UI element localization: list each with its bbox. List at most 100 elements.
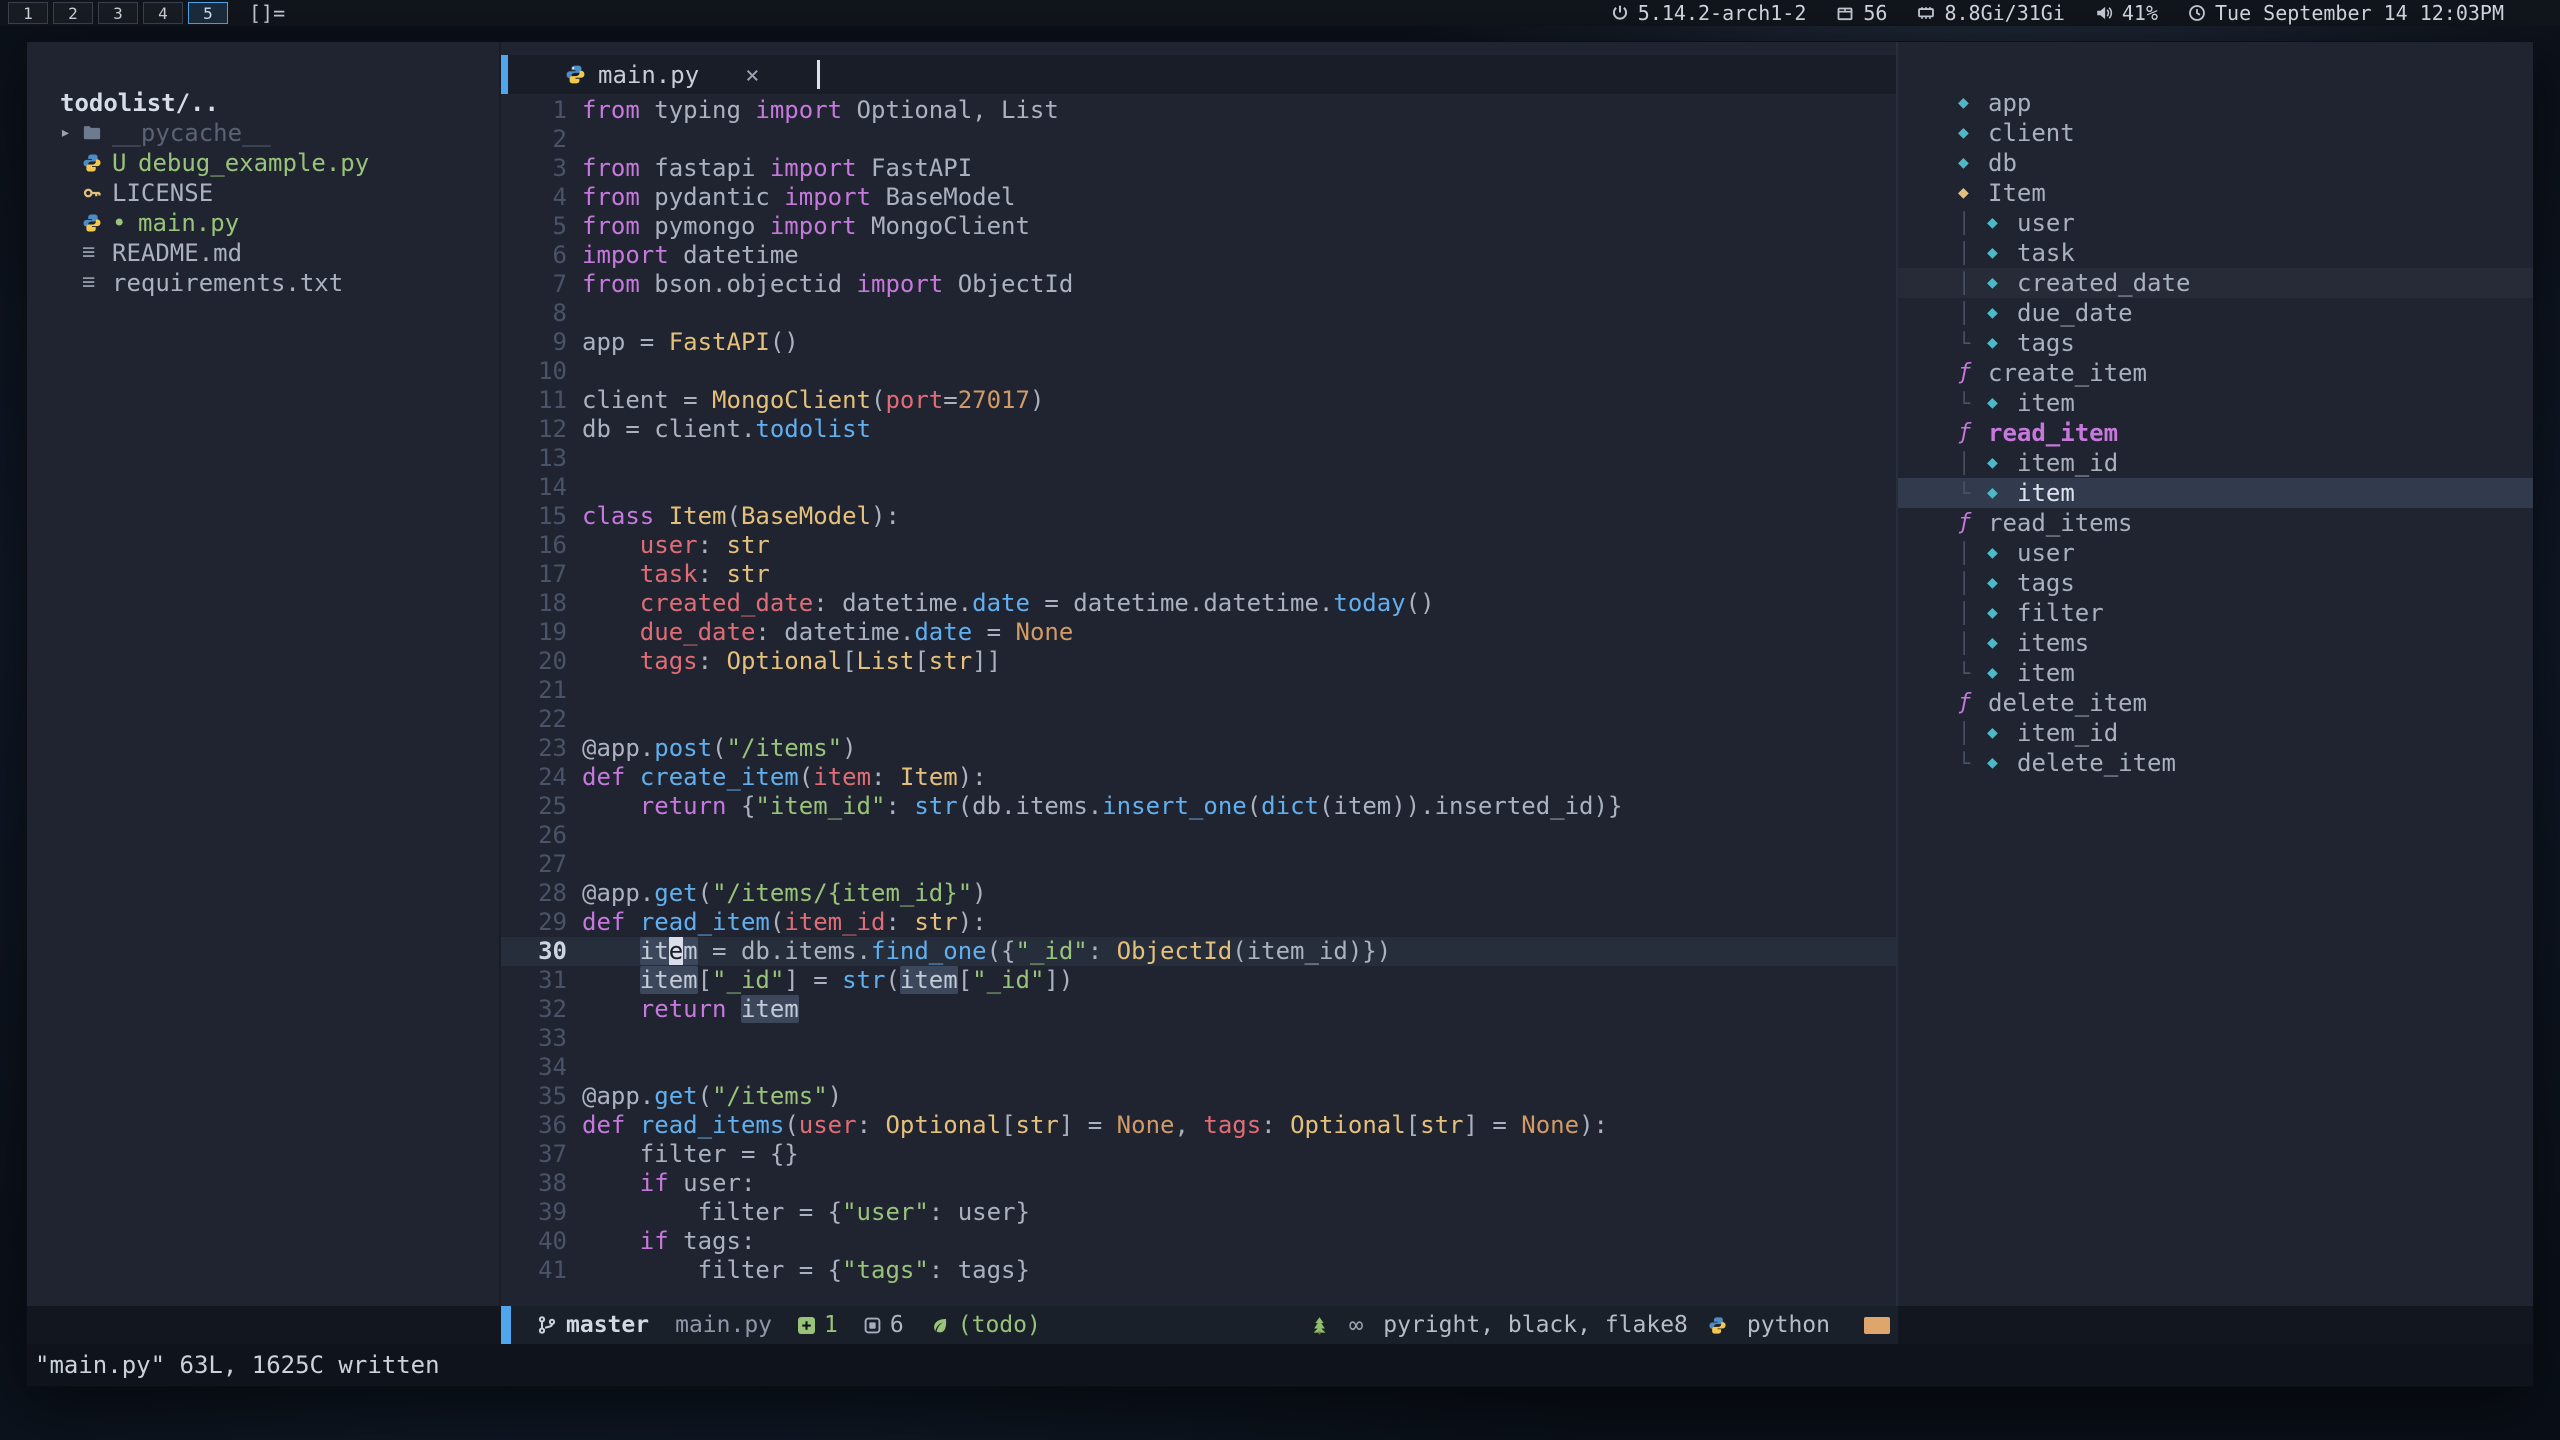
line-number: 9 xyxy=(501,328,567,357)
line-text: from pydantic import BaseModel xyxy=(582,183,1016,212)
command-line: "main.py" 63L, 1625C written xyxy=(27,1344,2533,1386)
code-line-35[interactable]: 35@app.get("/items") xyxy=(501,1082,1896,1111)
code-line-7[interactable]: 7from bson.objectid import ObjectId xyxy=(501,270,1896,299)
code-line-4[interactable]: 4from pydantic import BaseModel xyxy=(501,183,1896,212)
code-line-19[interactable]: 19 due_date: datetime.date = None xyxy=(501,618,1896,647)
scroll-progress-block xyxy=(1864,1317,1890,1334)
line-number: 16 xyxy=(501,531,567,560)
tag-tags[interactable]: └◆tags xyxy=(1898,328,2533,358)
code-area[interactable]: 1from typing import Optional, List23from… xyxy=(501,94,1896,1306)
code-line-27[interactable]: 27 xyxy=(501,850,1896,879)
code-line-31[interactable]: 31 item["_id"] = str(item["_id"]) xyxy=(501,966,1896,995)
code-line-37[interactable]: 37 filter = {} xyxy=(501,1140,1896,1169)
tree-item-README.md[interactable]: ≡README.md xyxy=(60,238,489,268)
tree-item-__pycache__[interactable]: ▸__pycache__ xyxy=(60,118,489,148)
license-icon xyxy=(82,183,112,203)
code-line-12[interactable]: 12db = client.todolist xyxy=(501,415,1896,444)
tag-delete_item[interactable]: ƒdelete_item xyxy=(1898,688,2533,718)
code-line-32[interactable]: 32 return item xyxy=(501,995,1896,1024)
tree-root[interactable]: todolist/.. xyxy=(60,88,489,118)
workspace-button-5[interactable]: 5 xyxy=(188,2,228,24)
code-line-22[interactable]: 22 xyxy=(501,705,1896,734)
code-line-15[interactable]: 15class Item(BaseModel): xyxy=(501,502,1896,531)
tag-item[interactable]: └◆item xyxy=(1898,388,2533,418)
code-line-24[interactable]: 24def create_item(item: Item): xyxy=(501,763,1896,792)
code-line-16[interactable]: 16 user: str xyxy=(501,531,1896,560)
tree-guide: │ xyxy=(1958,268,1987,298)
code-line-25[interactable]: 25 return {"item_id": str(db.items.inser… xyxy=(501,792,1896,821)
tag-read_items[interactable]: ƒread_items xyxy=(1898,508,2533,538)
variable-icon: ◆ xyxy=(1958,148,1988,178)
line-text: @app.post("/items") xyxy=(582,734,857,763)
code-line-3[interactable]: 3from fastapi import FastAPI xyxy=(501,154,1896,183)
tab-close-button[interactable]: × xyxy=(745,61,759,89)
tag-item_id[interactable]: │◆item_id xyxy=(1898,718,2533,748)
code-line-30[interactable]: 30 item = db.items.find_one({"_id": Obje… xyxy=(501,937,1896,966)
code-line-6[interactable]: 6import datetime xyxy=(501,241,1896,270)
code-line-14[interactable]: 14 xyxy=(501,473,1896,502)
tag-user[interactable]: │◆user xyxy=(1898,208,2533,238)
tag-label: tags xyxy=(2017,568,2075,598)
tag-client[interactable]: ◆client xyxy=(1898,118,2533,148)
line-number: 5 xyxy=(501,212,567,241)
code-line-34[interactable]: 34 xyxy=(501,1053,1896,1082)
workspace-button-2[interactable]: 2 xyxy=(53,2,93,24)
tag-read_item[interactable]: ƒread_item xyxy=(1898,418,2533,448)
code-line-39[interactable]: 39 filter = {"user": user} xyxy=(501,1198,1896,1227)
code-line-20[interactable]: 20 tags: Optional[List[str]] xyxy=(501,647,1896,676)
tabline-cursor xyxy=(817,60,820,89)
code-line-41[interactable]: 41 filter = {"tags": tags} xyxy=(501,1256,1896,1285)
code-line-21[interactable]: 21 xyxy=(501,676,1896,705)
tree-item-LICENSE[interactable]: LICENSE xyxy=(60,178,489,208)
tag-db[interactable]: ◆db xyxy=(1898,148,2533,178)
code-line-2[interactable]: 2 xyxy=(501,125,1896,154)
tree-guide: │ xyxy=(1958,538,1987,568)
code-line-26[interactable]: 26 xyxy=(501,821,1896,850)
tab-main-py[interactable]: main.py × xyxy=(565,61,760,89)
workspace-button-1[interactable]: 1 xyxy=(8,2,48,24)
active-pane-indicator xyxy=(501,55,508,94)
tag-label: client xyxy=(1988,118,2075,148)
code-line-38[interactable]: 38 if user: xyxy=(501,1169,1896,1198)
tag-delete_item[interactable]: └◆delete_item xyxy=(1898,748,2533,778)
code-line-36[interactable]: 36def read_items(user: Optional[str] = N… xyxy=(501,1111,1896,1140)
code-line-10[interactable]: 10 xyxy=(501,357,1896,386)
tag-items[interactable]: │◆items xyxy=(1898,628,2533,658)
code-line-28[interactable]: 28@app.get("/items/{item_id}") xyxy=(501,879,1896,908)
variable-icon: ◆ xyxy=(1987,748,2017,778)
workspace-button-3[interactable]: 3 xyxy=(98,2,138,24)
line-text: return item xyxy=(582,995,799,1024)
code-line-17[interactable]: 17 task: str xyxy=(501,560,1896,589)
code-line-40[interactable]: 40 if tags: xyxy=(501,1227,1896,1256)
tag-due_date[interactable]: │◆due_date xyxy=(1898,298,2533,328)
code-line-8[interactable]: 8 xyxy=(501,299,1896,328)
code-line-9[interactable]: 9app = FastAPI() xyxy=(501,328,1896,357)
code-line-11[interactable]: 11client = MongoClient(port=27017) xyxy=(501,386,1896,415)
tree-item-requirements.txt[interactable]: ≡requirements.txt xyxy=(60,268,489,298)
tree-guide: │ xyxy=(1958,718,1987,748)
tree-item-main.py[interactable]: •main.py xyxy=(60,208,489,238)
tag-item[interactable]: └◆item xyxy=(1898,658,2533,688)
code-line-29[interactable]: 29def read_item(item_id: str): xyxy=(501,908,1896,937)
tree-item-debug_example.py[interactable]: Udebug_example.py xyxy=(60,148,489,178)
system-tray: 5.14.2-arch1-2 56 8.8Gi/31Gi 41% Tue Sep… xyxy=(1611,1,2560,25)
tag-app[interactable]: ◆app xyxy=(1898,88,2533,118)
tag-user[interactable]: │◆user xyxy=(1898,538,2533,568)
code-line-1[interactable]: 1from typing import Optional, List xyxy=(501,96,1896,125)
file-name: LICENSE xyxy=(112,178,213,208)
tag-tags[interactable]: │◆tags xyxy=(1898,568,2533,598)
code-line-23[interactable]: 23@app.post("/items") xyxy=(501,734,1896,763)
tag-label: items xyxy=(2017,628,2089,658)
code-line-13[interactable]: 13 xyxy=(501,444,1896,473)
tag-item_id[interactable]: │◆item_id xyxy=(1898,448,2533,478)
workspace-button-4[interactable]: 4 xyxy=(143,2,183,24)
code-line-18[interactable]: 18 created_date: datetime.date = datetim… xyxy=(501,589,1896,618)
tag-create_item[interactable]: ƒcreate_item xyxy=(1898,358,2533,388)
tag-task[interactable]: │◆task xyxy=(1898,238,2533,268)
tag-filter[interactable]: │◆filter xyxy=(1898,598,2533,628)
code-line-33[interactable]: 33 xyxy=(501,1024,1896,1053)
tag-item[interactable]: └◆item xyxy=(1898,478,2533,508)
tag-created_date[interactable]: │◆created_date xyxy=(1898,268,2533,298)
tag-Item[interactable]: ◆Item xyxy=(1898,178,2533,208)
code-line-5[interactable]: 5from pymongo import MongoClient xyxy=(501,212,1896,241)
